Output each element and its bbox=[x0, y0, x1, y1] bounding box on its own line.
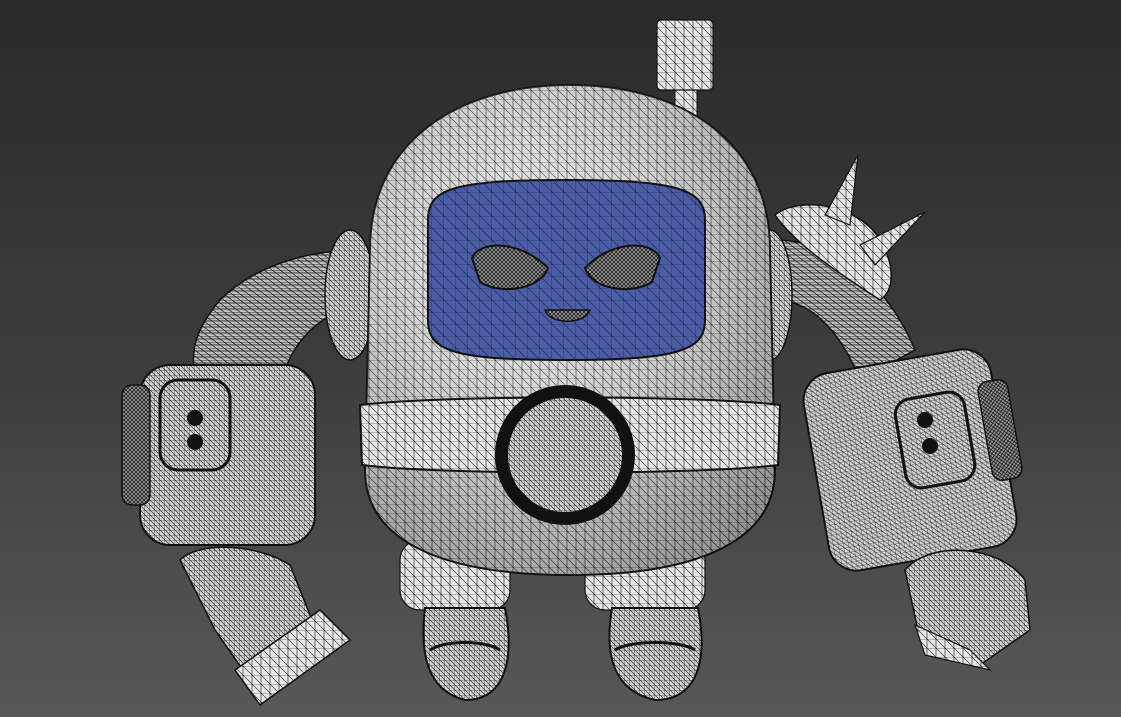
visor-face[interactable] bbox=[427, 178, 706, 362]
chest-emblem[interactable] bbox=[495, 385, 635, 525]
wireframe-robot-scene bbox=[121, 19, 1031, 707]
left-arm[interactable] bbox=[121, 229, 376, 707]
3d-viewport[interactable] bbox=[0, 0, 1121, 717]
right-arm[interactable] bbox=[747, 154, 1031, 672]
